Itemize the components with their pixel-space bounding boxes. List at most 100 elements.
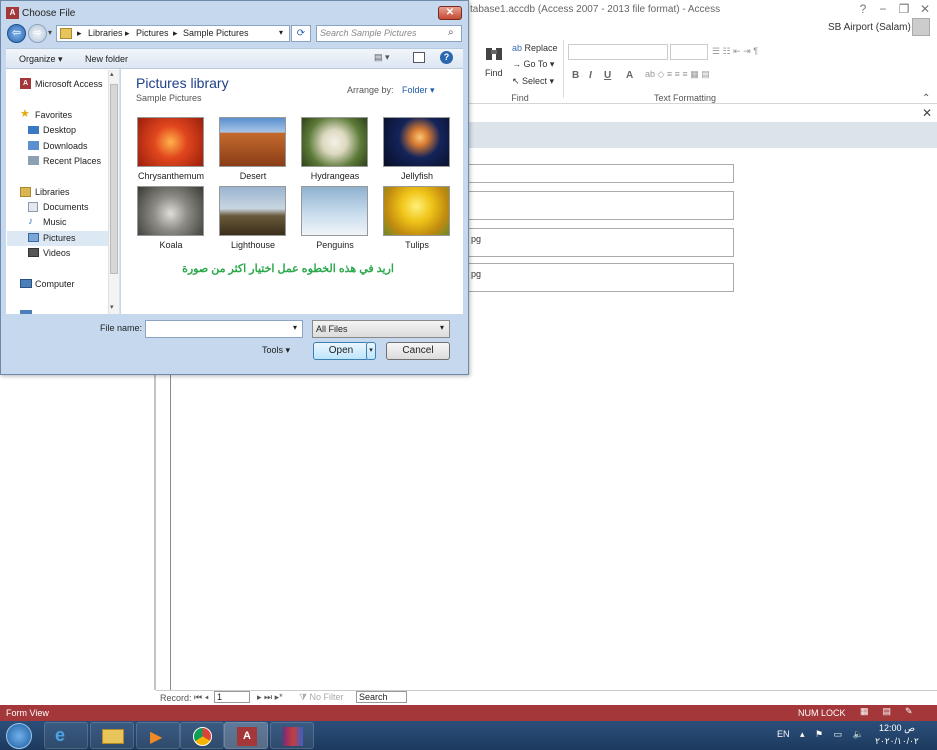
cancel-button[interactable]: Cancel — [386, 342, 450, 360]
search-input[interactable]: Search Sample Pictures — [316, 25, 462, 42]
form-field[interactable] — [468, 191, 734, 220]
collapse-ribbon-icon[interactable]: ⌃ — [922, 93, 930, 104]
image-label[interactable]: Lighthouse — [212, 240, 294, 250]
image-label[interactable]: Penguins — [294, 240, 376, 250]
change-view-icon[interactable]: ▤ ▾ — [374, 52, 390, 63]
image-thumbnail[interactable] — [137, 117, 204, 167]
image-item[interactable] — [301, 186, 368, 236]
help-button[interactable]: ? — [854, 2, 872, 16]
account-avatar[interactable] — [912, 18, 930, 36]
font-color-button[interactable]: A — [626, 70, 633, 81]
tree-videos[interactable]: Videos — [43, 246, 70, 260]
file-type-select[interactable]: All Files — [312, 320, 450, 338]
new-folder-button[interactable]: New folder — [85, 54, 128, 64]
image-label[interactable]: Jellyfish — [376, 171, 458, 181]
search-icon[interactable]: ⌕ — [448, 27, 454, 38]
image-label[interactable]: Desert — [212, 171, 294, 181]
taskbar-winrar[interactable] — [270, 722, 314, 749]
tray-icons[interactable]: ▴ ⚑ ▭ 🔈 — [800, 729, 868, 740]
next-record-button[interactable]: ▸ ⏭ ▸* — [257, 692, 283, 703]
taskbar-file-explorer[interactable] — [90, 722, 134, 749]
underline-button[interactable]: U — [604, 70, 611, 81]
refresh-button[interactable]: ⟳ — [291, 25, 311, 42]
tools-menu[interactable]: Tools ▾ — [262, 345, 290, 356]
tree-downloads[interactable]: Downloads — [43, 139, 88, 153]
taskbar-internet-explorer[interactable]: e — [44, 722, 88, 749]
image-label[interactable]: Chrysanthemum — [130, 171, 212, 181]
file-name-dropdown-icon[interactable]: ▾ — [293, 323, 297, 332]
view-switcher-icons[interactable]: ▦▤✎ — [860, 706, 927, 717]
form-field[interactable]: pg — [468, 228, 734, 257]
select-button[interactable]: ↖ Select ▾ — [512, 76, 554, 87]
breadcrumb-sample-pictures[interactable]: Sample Pictures — [183, 28, 249, 38]
clock-time[interactable]: ص 12:00 — [872, 723, 922, 734]
image-thumbnail[interactable] — [301, 186, 368, 236]
taskbar-access[interactable]: A — [224, 722, 268, 749]
image-item[interactable] — [137, 117, 204, 167]
image-label[interactable]: Tulips — [376, 240, 458, 250]
forward-button[interactable]: ⇨ — [28, 24, 47, 43]
minimize-button[interactable]: − — [874, 2, 892, 16]
account-name[interactable]: SB Airport (Salam) — [828, 22, 911, 33]
taskbar-media-player[interactable]: ▶ — [136, 722, 180, 749]
tree-music[interactable]: Music — [43, 215, 67, 229]
tree-documents[interactable]: Documents — [43, 200, 89, 214]
tree-microsoft-access[interactable]: Microsoft Access — [35, 77, 103, 91]
image-thumbnail[interactable] — [383, 186, 450, 236]
scroll-down-icon[interactable]: ▾ — [110, 303, 114, 311]
image-item[interactable] — [137, 186, 204, 236]
image-thumbnail[interactable] — [301, 117, 368, 167]
image-item[interactable] — [383, 186, 450, 236]
recent-locations-chevron-icon[interactable]: ▾ — [48, 28, 52, 37]
scroll-thumb[interactable] — [110, 84, 118, 274]
language-indicator[interactable]: EN — [777, 729, 790, 739]
goto-button[interactable]: → Go To ▾ — [512, 59, 554, 70]
scroll-up-icon[interactable]: ▴ — [110, 70, 114, 78]
restore-button[interactable]: ❐ — [895, 2, 913, 16]
image-thumbnail[interactable] — [137, 186, 204, 236]
open-dropdown-icon[interactable]: ▾ — [366, 342, 376, 360]
find-button[interactable]: Find — [485, 68, 503, 78]
back-button[interactable]: ⇦ — [7, 24, 26, 43]
close-window-button[interactable]: ✕ — [916, 2, 934, 16]
image-item[interactable] — [383, 117, 450, 167]
tree-recent-places[interactable]: Recent Places — [43, 154, 101, 168]
image-item[interactable] — [301, 117, 368, 167]
address-dropdown-icon[interactable]: ▾ — [279, 28, 283, 37]
close-form-icon[interactable]: ✕ — [922, 106, 932, 120]
address-bar[interactable]: ▸ Libraries ▸ Pictures ▸ Sample Pictures… — [56, 25, 290, 42]
tree-scrollbar[interactable]: ▴ ▾ — [108, 70, 119, 314]
bold-button[interactable]: B — [572, 70, 579, 81]
image-item[interactable] — [219, 117, 286, 167]
breadcrumb-pictures[interactable]: Pictures — [136, 28, 169, 38]
file-name-input[interactable] — [145, 320, 303, 338]
no-filter-button[interactable]: ⧩ No Filter — [299, 692, 344, 703]
replace-button[interactable]: ab Replace — [512, 43, 558, 53]
italic-button[interactable]: I — [589, 70, 592, 81]
tree-favorites[interactable]: Favorites — [35, 108, 72, 122]
tree-pictures[interactable]: Pictures — [43, 231, 76, 245]
help-icon[interactable]: ? — [440, 51, 453, 64]
tree-libraries[interactable]: Libraries — [35, 185, 70, 199]
breadcrumb-libraries[interactable]: Libraries — [88, 28, 123, 38]
image-thumbnail[interactable] — [219, 117, 286, 167]
image-label[interactable]: Koala — [130, 240, 212, 250]
form-field[interactable] — [468, 164, 734, 183]
image-item[interactable] — [219, 186, 286, 236]
image-thumbnail[interactable] — [219, 186, 286, 236]
image-label[interactable]: Hydrangeas — [294, 171, 376, 181]
form-field[interactable]: pg — [468, 263, 734, 292]
tree-desktop[interactable]: Desktop — [43, 123, 76, 137]
file-type-dropdown-icon[interactable]: ▾ — [440, 323, 444, 332]
clock-date[interactable]: ٢٠٢٠/١٠/٠٢ — [872, 736, 922, 747]
open-button[interactable]: Open — [313, 342, 369, 360]
dialog-close-button[interactable]: ✕ — [438, 6, 462, 20]
preview-pane-icon[interactable] — [413, 52, 425, 63]
font-size-combo[interactable] — [670, 44, 708, 60]
image-thumbnail[interactable] — [383, 117, 450, 167]
taskbar-chrome[interactable] — [180, 722, 224, 749]
organize-button[interactable]: Organize ▾ — [19, 54, 63, 65]
current-record-input[interactable]: 1 — [214, 691, 250, 703]
arrange-by-dropdown[interactable]: Folder ▾ — [402, 85, 435, 96]
start-button[interactable] — [6, 723, 32, 749]
